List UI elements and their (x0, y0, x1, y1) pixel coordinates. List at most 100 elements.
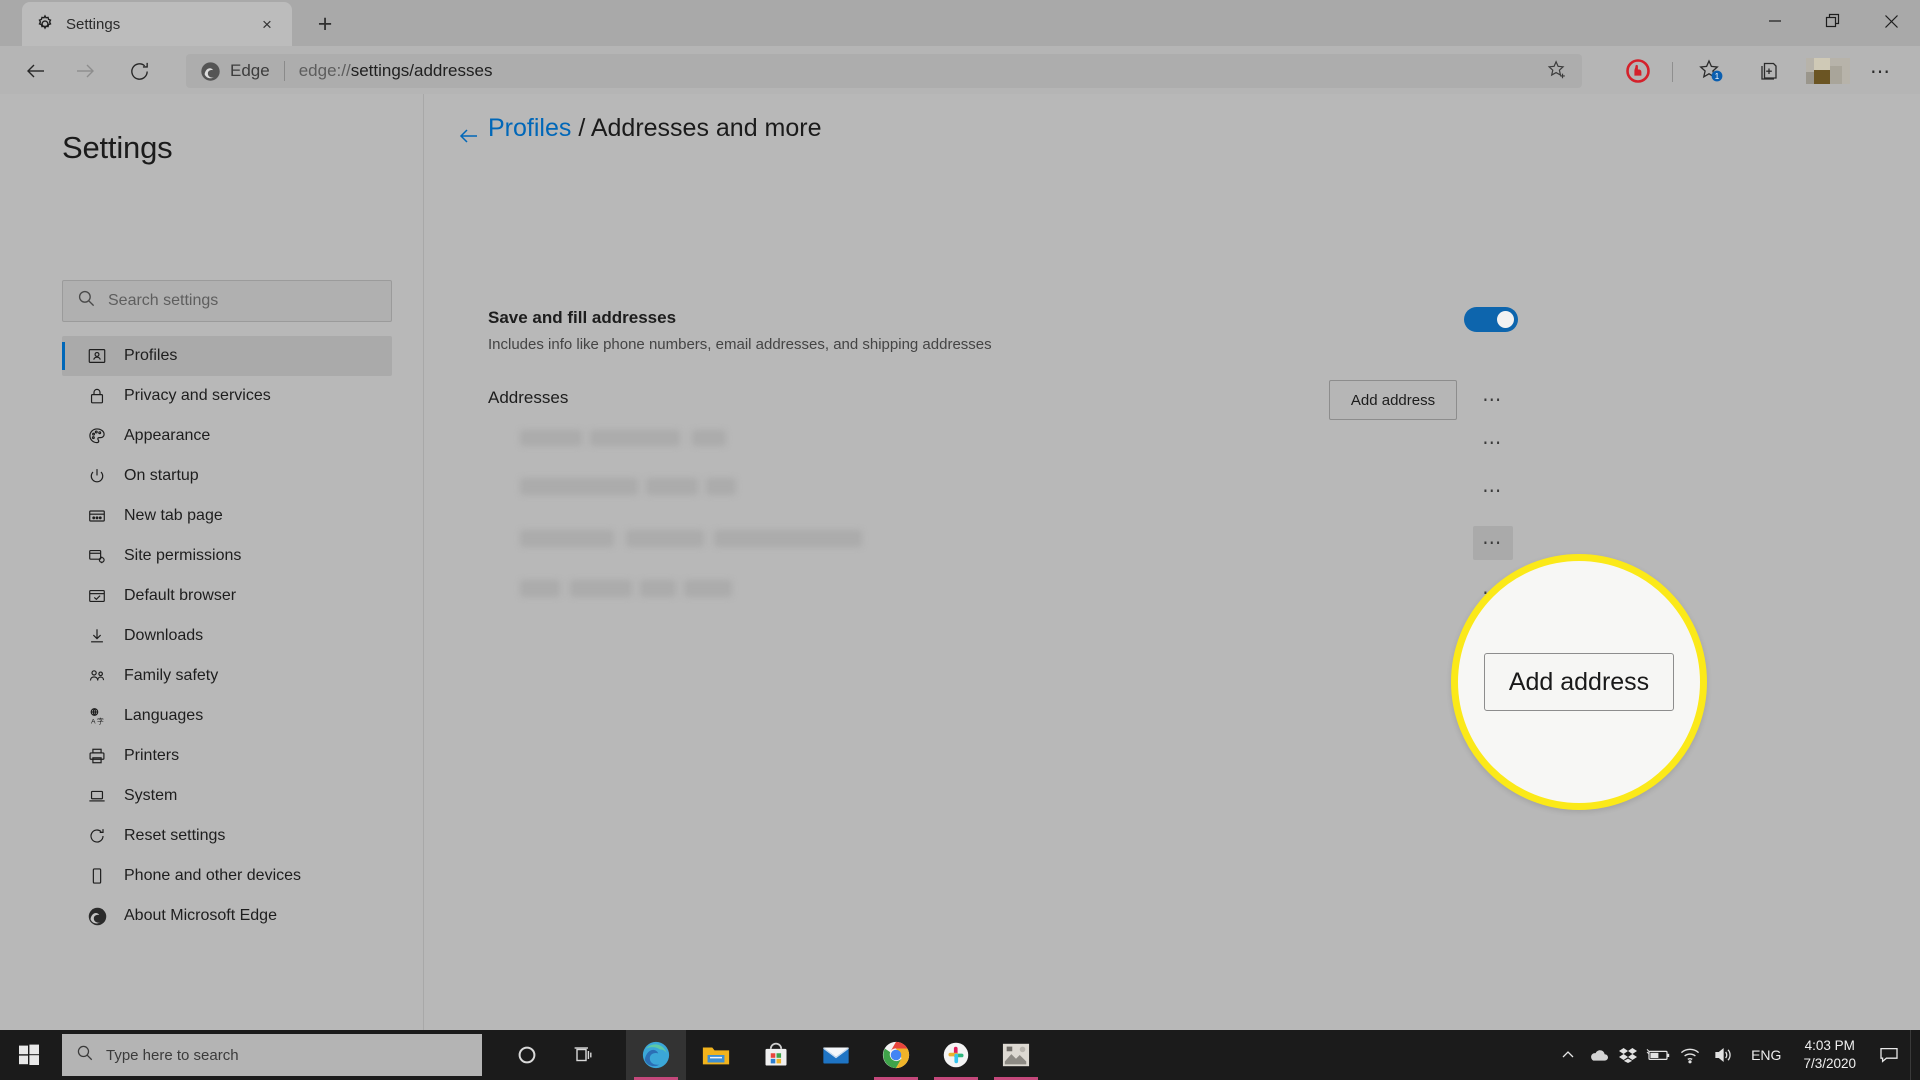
edge-badge-text: Edge (230, 61, 270, 80)
address-bar[interactable]: Edge edge://settings/addresses (186, 54, 1582, 88)
sidebar-item-site-permissions[interactable]: Site permissions (62, 536, 392, 576)
sidebar-item-new-tab-page[interactable]: New tab page (62, 496, 392, 536)
sidebar-item-label: About Microsoft Edge (124, 907, 277, 924)
address-row-more-button[interactable]: ⋯ (1473, 474, 1513, 508)
redacted-text (706, 478, 736, 495)
lock-icon (86, 385, 108, 407)
file-explorer-taskbar-icon[interactable] (686, 1030, 746, 1080)
sidebar-item-label: Appearance (124, 427, 211, 444)
sidebar-item-profiles[interactable]: Profiles (62, 336, 392, 376)
battery-charging-icon[interactable] (1643, 1030, 1673, 1080)
edge-taskbar-icon[interactable] (626, 1030, 686, 1080)
redacted-text (692, 430, 726, 446)
reload-icon[interactable] (120, 52, 158, 90)
address-row-more-button-active[interactable]: ⋯ (1473, 526, 1513, 560)
dropbox-icon[interactable] (1613, 1030, 1643, 1080)
sidebar-item-default-browser[interactable]: Default browser (62, 576, 392, 616)
wifi-icon[interactable] (1673, 1030, 1707, 1080)
collections-icon[interactable] (1750, 53, 1788, 89)
windows-logo-icon[interactable] (0, 1030, 58, 1080)
add-address-button[interactable]: Add address (1329, 380, 1457, 420)
redacted-text (626, 530, 704, 547)
maximize-icon[interactable] (1804, 0, 1862, 42)
chrome-taskbar-icon[interactable] (866, 1030, 926, 1080)
back-arrow-icon[interactable] (455, 122, 483, 150)
sidebar-item-phone-and-other-devices[interactable]: Phone and other devices (62, 856, 392, 896)
address-row-more-button[interactable]: ⋯ (1473, 426, 1513, 460)
settings-nav-list: Profiles Privacy and services Appearance… (62, 336, 392, 936)
sidebar-item-label: Profiles (124, 347, 178, 364)
printer-icon (86, 745, 108, 767)
mail-taskbar-icon[interactable] (806, 1030, 866, 1080)
search-input[interactable] (108, 292, 377, 310)
action-center-icon[interactable] (1868, 1030, 1910, 1080)
forward-arrow-icon (66, 52, 104, 90)
sidebar-item-privacy-and-services[interactable]: Privacy and services (62, 376, 392, 416)
sidebar-item-label: Downloads (124, 627, 204, 644)
breadcrumb: Profiles / Addresses and more (488, 114, 822, 143)
redacted-text (520, 430, 582, 446)
clock-time: 4:03 PM (1804, 1038, 1855, 1053)
tracking-prevention-icon[interactable] (1620, 53, 1656, 89)
callout-magnifier: Add address (1451, 554, 1707, 810)
browser-tab-settings[interactable]: Settings × (22, 2, 292, 46)
address-row[interactable]: ⋯ (424, 572, 1920, 614)
volume-icon[interactable] (1707, 1030, 1741, 1080)
address-row[interactable]: ⋯ (424, 522, 1920, 564)
sidebar-item-about-microsoft-edge[interactable]: About Microsoft Edge (62, 896, 392, 936)
profile-avatar[interactable] (1806, 58, 1850, 84)
show-hidden-icons-icon[interactable] (1553, 1030, 1583, 1080)
favorites-icon[interactable]: 1 (1692, 53, 1730, 89)
newtab-icon (86, 505, 108, 527)
clock[interactable]: 4:03 PM 7/3/2020 (1791, 1037, 1868, 1073)
magnified-add-address-button: Add address (1484, 653, 1674, 711)
gear-icon (34, 13, 56, 35)
microsoft-store-taskbar-icon[interactable] (746, 1030, 806, 1080)
sidebar-item-system[interactable]: System (62, 776, 392, 816)
star-add-icon[interactable] (1546, 59, 1568, 86)
cortana-icon[interactable] (500, 1030, 554, 1080)
task-view-icon[interactable] (556, 1030, 610, 1080)
sidebar-item-label: Privacy and services (124, 387, 271, 404)
taskbar-search-box[interactable]: Type here to search (62, 1034, 482, 1076)
sidebar-item-reset-settings[interactable]: Reset settings (62, 816, 392, 856)
breadcrumb-link-profiles[interactable]: Profiles (488, 114, 571, 142)
search-settings-box[interactable] (62, 280, 392, 322)
close-window-icon[interactable] (1862, 0, 1920, 42)
redacted-text (520, 478, 638, 495)
minimize-icon[interactable] (1746, 0, 1804, 42)
onedrive-icon[interactable] (1583, 1030, 1613, 1080)
browser-toolbar: Edge edge://settings/addresses 1 ⋯ (0, 46, 1920, 94)
toolbar-divider (1672, 62, 1673, 82)
redacted-text (570, 580, 632, 597)
language-indicator[interactable]: ENG (1741, 1047, 1791, 1063)
breadcrumb-current: Addresses and more (590, 114, 822, 142)
slack-taskbar-icon[interactable] (926, 1030, 986, 1080)
windows-taskbar: Type here to search ENG 4:03 PM 7/3/2020 (0, 1030, 1920, 1080)
address-row[interactable]: ⋯ (424, 470, 1920, 512)
close-icon[interactable]: × (254, 11, 280, 37)
sidebar-item-family-safety[interactable]: Family safety (62, 656, 392, 696)
back-arrow-icon[interactable] (17, 52, 55, 90)
redacted-text (714, 530, 862, 547)
sidebar-item-label: Default browser (124, 587, 237, 604)
save-and-fill-toggle[interactable] (1464, 307, 1518, 332)
address-row[interactable]: ⋯ (424, 422, 1920, 464)
palette-icon (86, 425, 108, 447)
phone-icon (86, 865, 108, 887)
sidebar-item-appearance[interactable]: Appearance (62, 416, 392, 456)
reset-icon (86, 825, 108, 847)
sidebar-item-languages[interactable]: A 字 Languages (62, 696, 392, 736)
sidebar-item-printers[interactable]: Printers (62, 736, 392, 776)
tab-title: Settings (66, 15, 121, 33)
sidebar-item-label: Family safety (124, 667, 219, 684)
new-tab-button[interactable]: + (305, 6, 345, 42)
search-icon (76, 1044, 94, 1067)
addresses-header-more-button[interactable]: ⋯ (1473, 383, 1513, 417)
sidebar-item-on-startup[interactable]: On startup (62, 456, 392, 496)
photos-taskbar-icon[interactable] (986, 1030, 1046, 1080)
show-desktop-button[interactable] (1910, 1030, 1920, 1080)
sidebar-item-label: On startup (124, 467, 199, 484)
browser-more-menu-button[interactable]: ⋯ (1862, 53, 1900, 89)
sidebar-item-downloads[interactable]: Downloads (62, 616, 392, 656)
